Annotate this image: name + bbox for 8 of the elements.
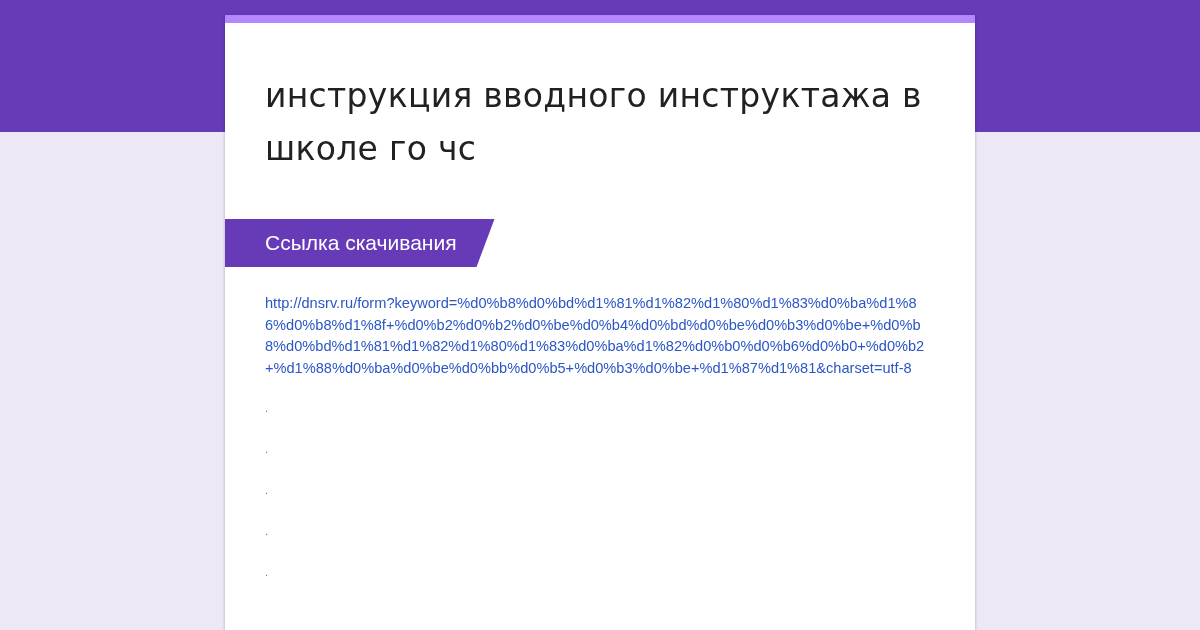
section-header: Ссылка скачивания [225,219,495,267]
form-title: инструкция вводного инструктажа в школе го чс [265,75,923,170]
dot-text: . [265,565,270,580]
download-link[interactable]: http://dnsrv.ru/form?keyword=%d0%b8%d0%bd%d1%81%d1%82%d1%80%d1%83%d0%ba%d1%86%d0%b8%d1%8f+%d0%b2%d0%b2%d0%be%d0%b4%d0%bd%d0%be%d0%b3%d0%be+%d0%b8%d0%bd%d1%81%d1%82%d1%80%d1%83%d0%ba%d1%82%d0%b0%d0%b6%d0%b0+%d0%b2+%d1%88%d0%ba%d0%be%d0%bb%d0%b5+%d0%b3%d0%be+%d1%87%d1%81&charset=utf-8 [265,293,935,379]
dot-text: . [265,401,270,416]
dot-text: . [265,524,270,539]
dot-text: . [265,483,270,498]
dot-text: . [265,442,270,457]
